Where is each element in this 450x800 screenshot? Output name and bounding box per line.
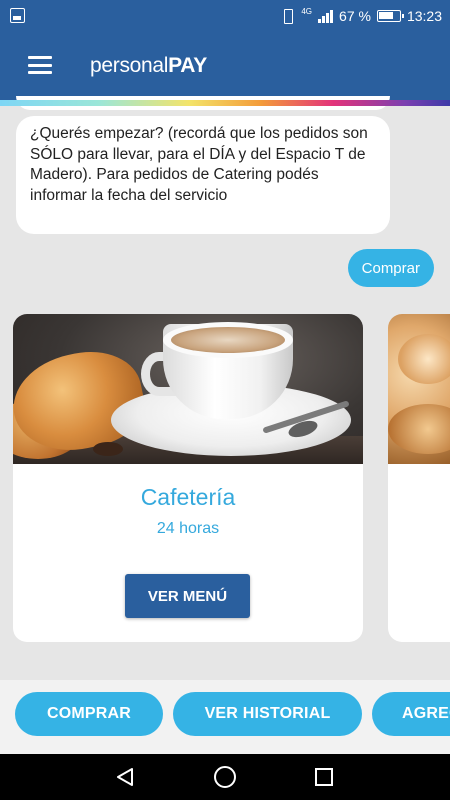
recent-apps-icon[interactable] (315, 768, 333, 786)
quick-actions-bar: COMPRAR VER HISTORIAL AGREG (0, 680, 450, 754)
brand-light-text: personal (90, 54, 169, 77)
vibrate-icon (281, 8, 295, 24)
network-type: 4G (301, 6, 313, 16)
coffee-image (13, 314, 363, 464)
brand-gradient-strip (0, 100, 450, 106)
brand-bold-text: PAY (168, 54, 207, 77)
signal-icon (318, 9, 334, 23)
card-subtitle: 24 horas (156, 520, 220, 537)
product-card-cafeteria: Cafetería 24 horas VER MENÚ (13, 314, 363, 642)
menu-icon[interactable] (28, 56, 52, 74)
clock: 13:23 (406, 8, 442, 24)
battery-percent: 67 % (339, 8, 371, 24)
gallery-notification-icon (10, 8, 25, 23)
ver-historial-button[interactable]: VER HISTORIAL (173, 692, 362, 736)
comprar-button[interactable]: COMPRAR (15, 692, 163, 736)
chat-message-text: ¿Querés empezar? (recordá que los pedido… (30, 125, 368, 204)
battery-icon (376, 10, 404, 22)
status-icons: 4G 67 % 13:23 (281, 0, 442, 32)
pastry-image (388, 314, 450, 464)
chat-message-bubble: ¿Querés empezar? (recordá que los pedido… (16, 116, 390, 234)
back-icon[interactable] (115, 767, 135, 787)
brand-logo: personalPAY (90, 54, 207, 78)
status-bar: 4G 67 % 13:23 (0, 0, 450, 32)
ver-menu-button[interactable]: VER MENÚ (125, 574, 250, 618)
card-title: Cafetería (140, 484, 236, 510)
agregar-button[interactable]: AGREG (372, 692, 450, 736)
system-nav-bar (0, 754, 450, 800)
app-bar: personalPAY (0, 32, 450, 102)
home-icon[interactable] (214, 766, 236, 788)
product-card-next[interactable] (388, 314, 450, 642)
comprar-reply-button[interactable]: Comprar (347, 249, 434, 287)
